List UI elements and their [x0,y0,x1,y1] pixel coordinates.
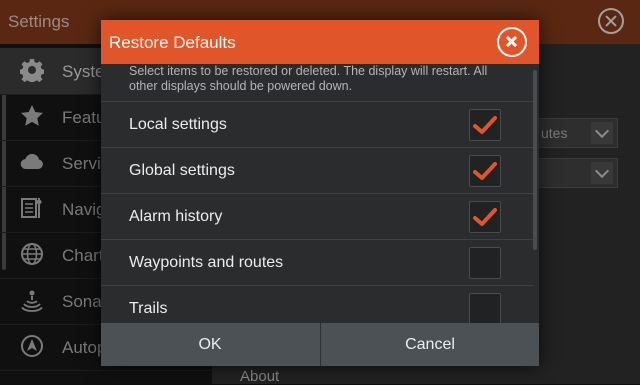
option-local-settings[interactable]: Local settings [101,101,533,147]
dialog-description: Select items to be restored or deleted. … [129,64,488,93]
option-waypoints-routes[interactable]: Waypoints and routes [101,239,533,285]
units-dropdown[interactable]: utes [538,118,618,148]
checkmark-icon [473,116,497,134]
option-trails[interactable]: Trails [101,285,533,323]
dialog-scrollbar[interactable] [533,70,537,250]
chevron-down-icon [591,162,613,184]
second-dropdown[interactable] [538,158,618,188]
dialog-title: Restore Defaults [109,33,236,52]
cancel-button[interactable]: Cancel [320,323,539,366]
settings-title: Settings [8,12,70,31]
dialog-body: Select items to be restored or deleted. … [101,64,539,323]
checkbox[interactable] [469,247,501,279]
close-icon[interactable] [497,27,527,57]
globe-icon [21,243,43,265]
option-label: Global settings [129,162,235,179]
option-label: Waypoints and routes [129,254,284,271]
checkmark-icon [473,162,497,180]
sonar-icon [21,290,43,312]
option-label: Alarm history [129,208,223,225]
dialog-header: Restore Defaults [101,20,539,64]
about-item[interactable]: About [240,368,279,385]
checkbox[interactable] [469,293,501,323]
option-alarm-history[interactable]: Alarm history [101,193,533,239]
cloud-icon [20,153,43,170]
star-icon [21,105,43,126]
checkbox[interactable] [469,155,501,187]
dialog-footer: OK Cancel [101,323,539,366]
sidebar-item-label: Chart [62,246,104,265]
chevron-down-icon [591,122,613,144]
dropdown-value: utes [541,125,568,141]
checkbox[interactable] [469,201,501,233]
option-label: Trails [129,300,168,317]
checkbox[interactable] [469,109,501,141]
restore-defaults-dialog: Restore Defaults Select items to be rest… [101,20,539,366]
autopilot-icon [21,335,43,357]
checkmark-icon [473,208,497,226]
ok-button[interactable]: OK [101,323,319,366]
gear-icon [20,59,44,82]
option-label: Local settings [129,116,227,133]
navigation-icon [21,198,42,218]
option-global-settings[interactable]: Global settings [101,147,533,193]
settings-close-icon[interactable] [598,8,624,34]
